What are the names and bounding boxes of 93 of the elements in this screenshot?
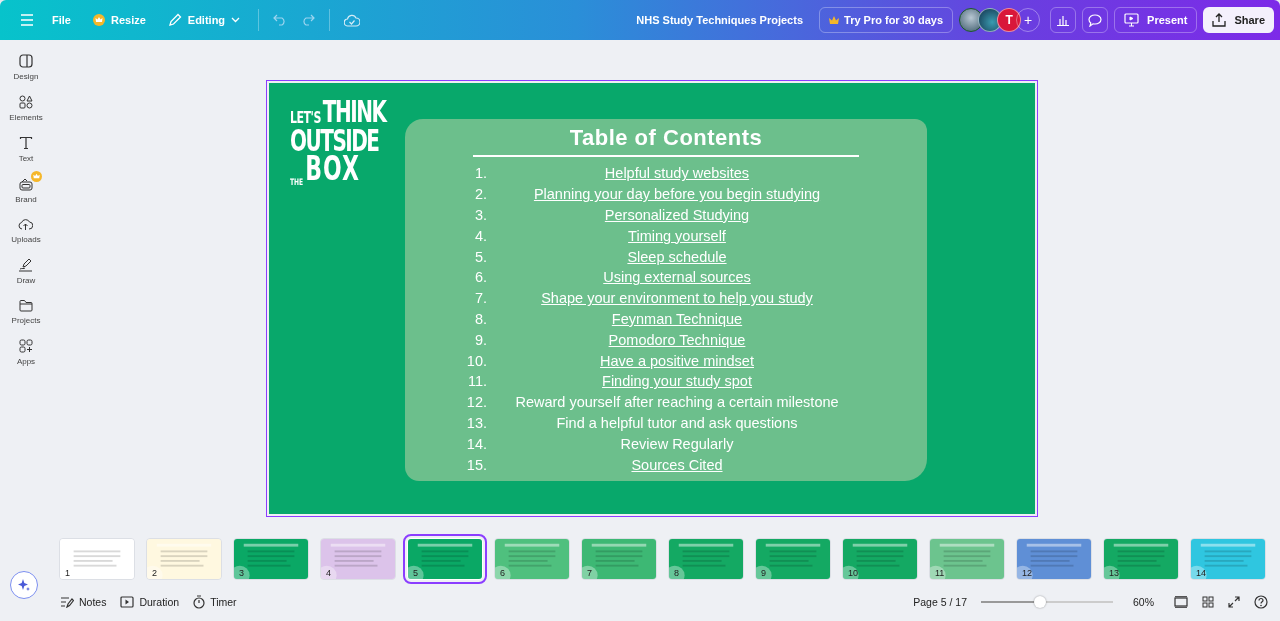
cloud-upload-icon bbox=[18, 218, 34, 231]
layout-icon bbox=[19, 54, 33, 68]
contents-entry: Review Regularly bbox=[619, 435, 735, 452]
item-number: 7. bbox=[473, 290, 487, 307]
slider-thumb[interactable] bbox=[1034, 596, 1047, 608]
caret-icon bbox=[231, 17, 241, 23]
insights-button[interactable] bbox=[1050, 7, 1077, 33]
item-number: 5. bbox=[473, 248, 487, 265]
item-number: 14. bbox=[465, 435, 487, 452]
presentation-icon bbox=[1124, 13, 1140, 27]
item-number: 11. bbox=[466, 373, 487, 390]
apps-icon bbox=[19, 339, 33, 353]
page-number: 5 bbox=[413, 568, 418, 578]
sparkle-icon bbox=[17, 578, 31, 592]
item-number: 15. bbox=[465, 456, 487, 473]
slide-thumbnail[interactable]: 1 bbox=[59, 538, 135, 580]
pen-icon bbox=[18, 258, 34, 272]
comment-icon bbox=[1088, 13, 1103, 27]
slide-thumbnail[interactable]: 3 bbox=[233, 538, 309, 580]
single-page-view-icon[interactable] bbox=[1174, 596, 1188, 608]
slide-title: Table of Contents bbox=[569, 125, 763, 151]
sidebar-item[interactable]: Draw bbox=[6, 252, 46, 285]
slide-thumbnail[interactable]: 10 bbox=[842, 538, 918, 580]
contents-entry: Reward yourself after reaching a certain milestone bbox=[514, 394, 840, 411]
notes-button[interactable]: Notes bbox=[60, 596, 107, 608]
brand-kit-icon bbox=[19, 177, 33, 191]
item-number: 10. bbox=[465, 352, 487, 369]
item-number: 13. bbox=[465, 414, 487, 431]
page-number: 7 bbox=[587, 568, 592, 578]
sidebar-item[interactable]: Brand bbox=[5, 171, 47, 204]
page-number: 9 bbox=[761, 568, 766, 578]
page-indicator: Page 5 / 17 bbox=[913, 596, 967, 608]
slide-thumbnail[interactable]: 11 bbox=[929, 538, 1005, 580]
play-icon bbox=[120, 596, 135, 608]
sidebar-item[interactable]: Text bbox=[8, 130, 44, 163]
page-number: 14 bbox=[1196, 568, 1206, 578]
slide-thumbnail[interactable]: 4 bbox=[320, 538, 396, 580]
page-number: 2 bbox=[152, 568, 157, 578]
slide-thumbnail[interactable]: 12 bbox=[1016, 538, 1092, 580]
slide-thumbnail[interactable]: 2 bbox=[146, 538, 222, 580]
sidebar-item[interactable]: Design bbox=[3, 48, 49, 81]
bar-chart-icon bbox=[1056, 14, 1071, 26]
item-number: 3. bbox=[473, 207, 487, 223]
item-number: 4. bbox=[473, 227, 487, 244]
sidebar-item[interactable]: Elements bbox=[0, 89, 53, 122]
present-button[interactable]: Present bbox=[1114, 7, 1198, 33]
item-number: 6. bbox=[473, 269, 487, 286]
cloud-check-icon[interactable] bbox=[344, 13, 361, 27]
item-number: 12. bbox=[465, 394, 487, 411]
item-number: 1. bbox=[473, 165, 487, 182]
slide-thumbnail[interactable]: 6 bbox=[494, 538, 570, 580]
slide-thumbnail[interactable]: 14 bbox=[1190, 538, 1266, 580]
shapes-icon bbox=[19, 95, 33, 109]
grid-view-icon[interactable] bbox=[1202, 596, 1214, 608]
pencil-icon bbox=[167, 13, 182, 27]
document-title[interactable]: NHS Study Techniques Projects bbox=[636, 14, 803, 26]
slide-thumbnail[interactable]: 9 bbox=[755, 538, 831, 580]
page-number: 13 bbox=[1109, 568, 1119, 578]
sidebar-item[interactable]: Uploads bbox=[1, 212, 51, 244]
notes-icon bbox=[60, 596, 74, 608]
page-number: 12 bbox=[1022, 568, 1032, 578]
item-number: 8. bbox=[473, 310, 487, 327]
slide-thumbnail[interactable]: 13 bbox=[1103, 538, 1179, 580]
timer-button[interactable]: Timer bbox=[193, 595, 237, 609]
page-number: 1 bbox=[65, 568, 70, 578]
crown-icon bbox=[92, 14, 105, 26]
share-button[interactable]: Share bbox=[1203, 7, 1274, 33]
try-pro-button[interactable]: Try Pro for 30 days bbox=[819, 7, 954, 33]
fullscreen-icon[interactable] bbox=[1228, 596, 1240, 608]
text-t-icon bbox=[19, 136, 33, 150]
zoom-level[interactable]: 60% bbox=[1133, 596, 1154, 608]
item-number: 9. bbox=[473, 331, 487, 348]
help-icon[interactable] bbox=[1254, 595, 1268, 609]
item-number: 2. bbox=[473, 186, 487, 203]
comment-button[interactable] bbox=[1082, 7, 1109, 33]
page-number: 11 bbox=[935, 568, 945, 578]
menu-icon[interactable] bbox=[20, 14, 34, 26]
slide-thumbnail[interactable]: 8 bbox=[668, 538, 744, 580]
page-number: 8 bbox=[674, 568, 679, 578]
duration-button[interactable]: Duration bbox=[120, 596, 180, 608]
stopwatch-icon bbox=[193, 595, 206, 609]
page-number: 4 bbox=[326, 568, 331, 578]
crown-icon bbox=[829, 15, 839, 25]
folder-icon bbox=[19, 299, 33, 312]
avatar[interactable]: T bbox=[997, 8, 1022, 32]
sidebar-item[interactable]: Projects bbox=[1, 293, 51, 325]
slide-thumbnail[interactable]: 7 bbox=[581, 538, 657, 580]
contents-entry: Find a helpful tutor and ask questions bbox=[555, 414, 799, 431]
upload-icon bbox=[1212, 13, 1227, 27]
sidebar-item[interactable]: Apps bbox=[6, 333, 46, 366]
page-number: 10 bbox=[848, 568, 858, 578]
page-number: 6 bbox=[500, 568, 505, 578]
page-number: 3 bbox=[239, 568, 244, 578]
